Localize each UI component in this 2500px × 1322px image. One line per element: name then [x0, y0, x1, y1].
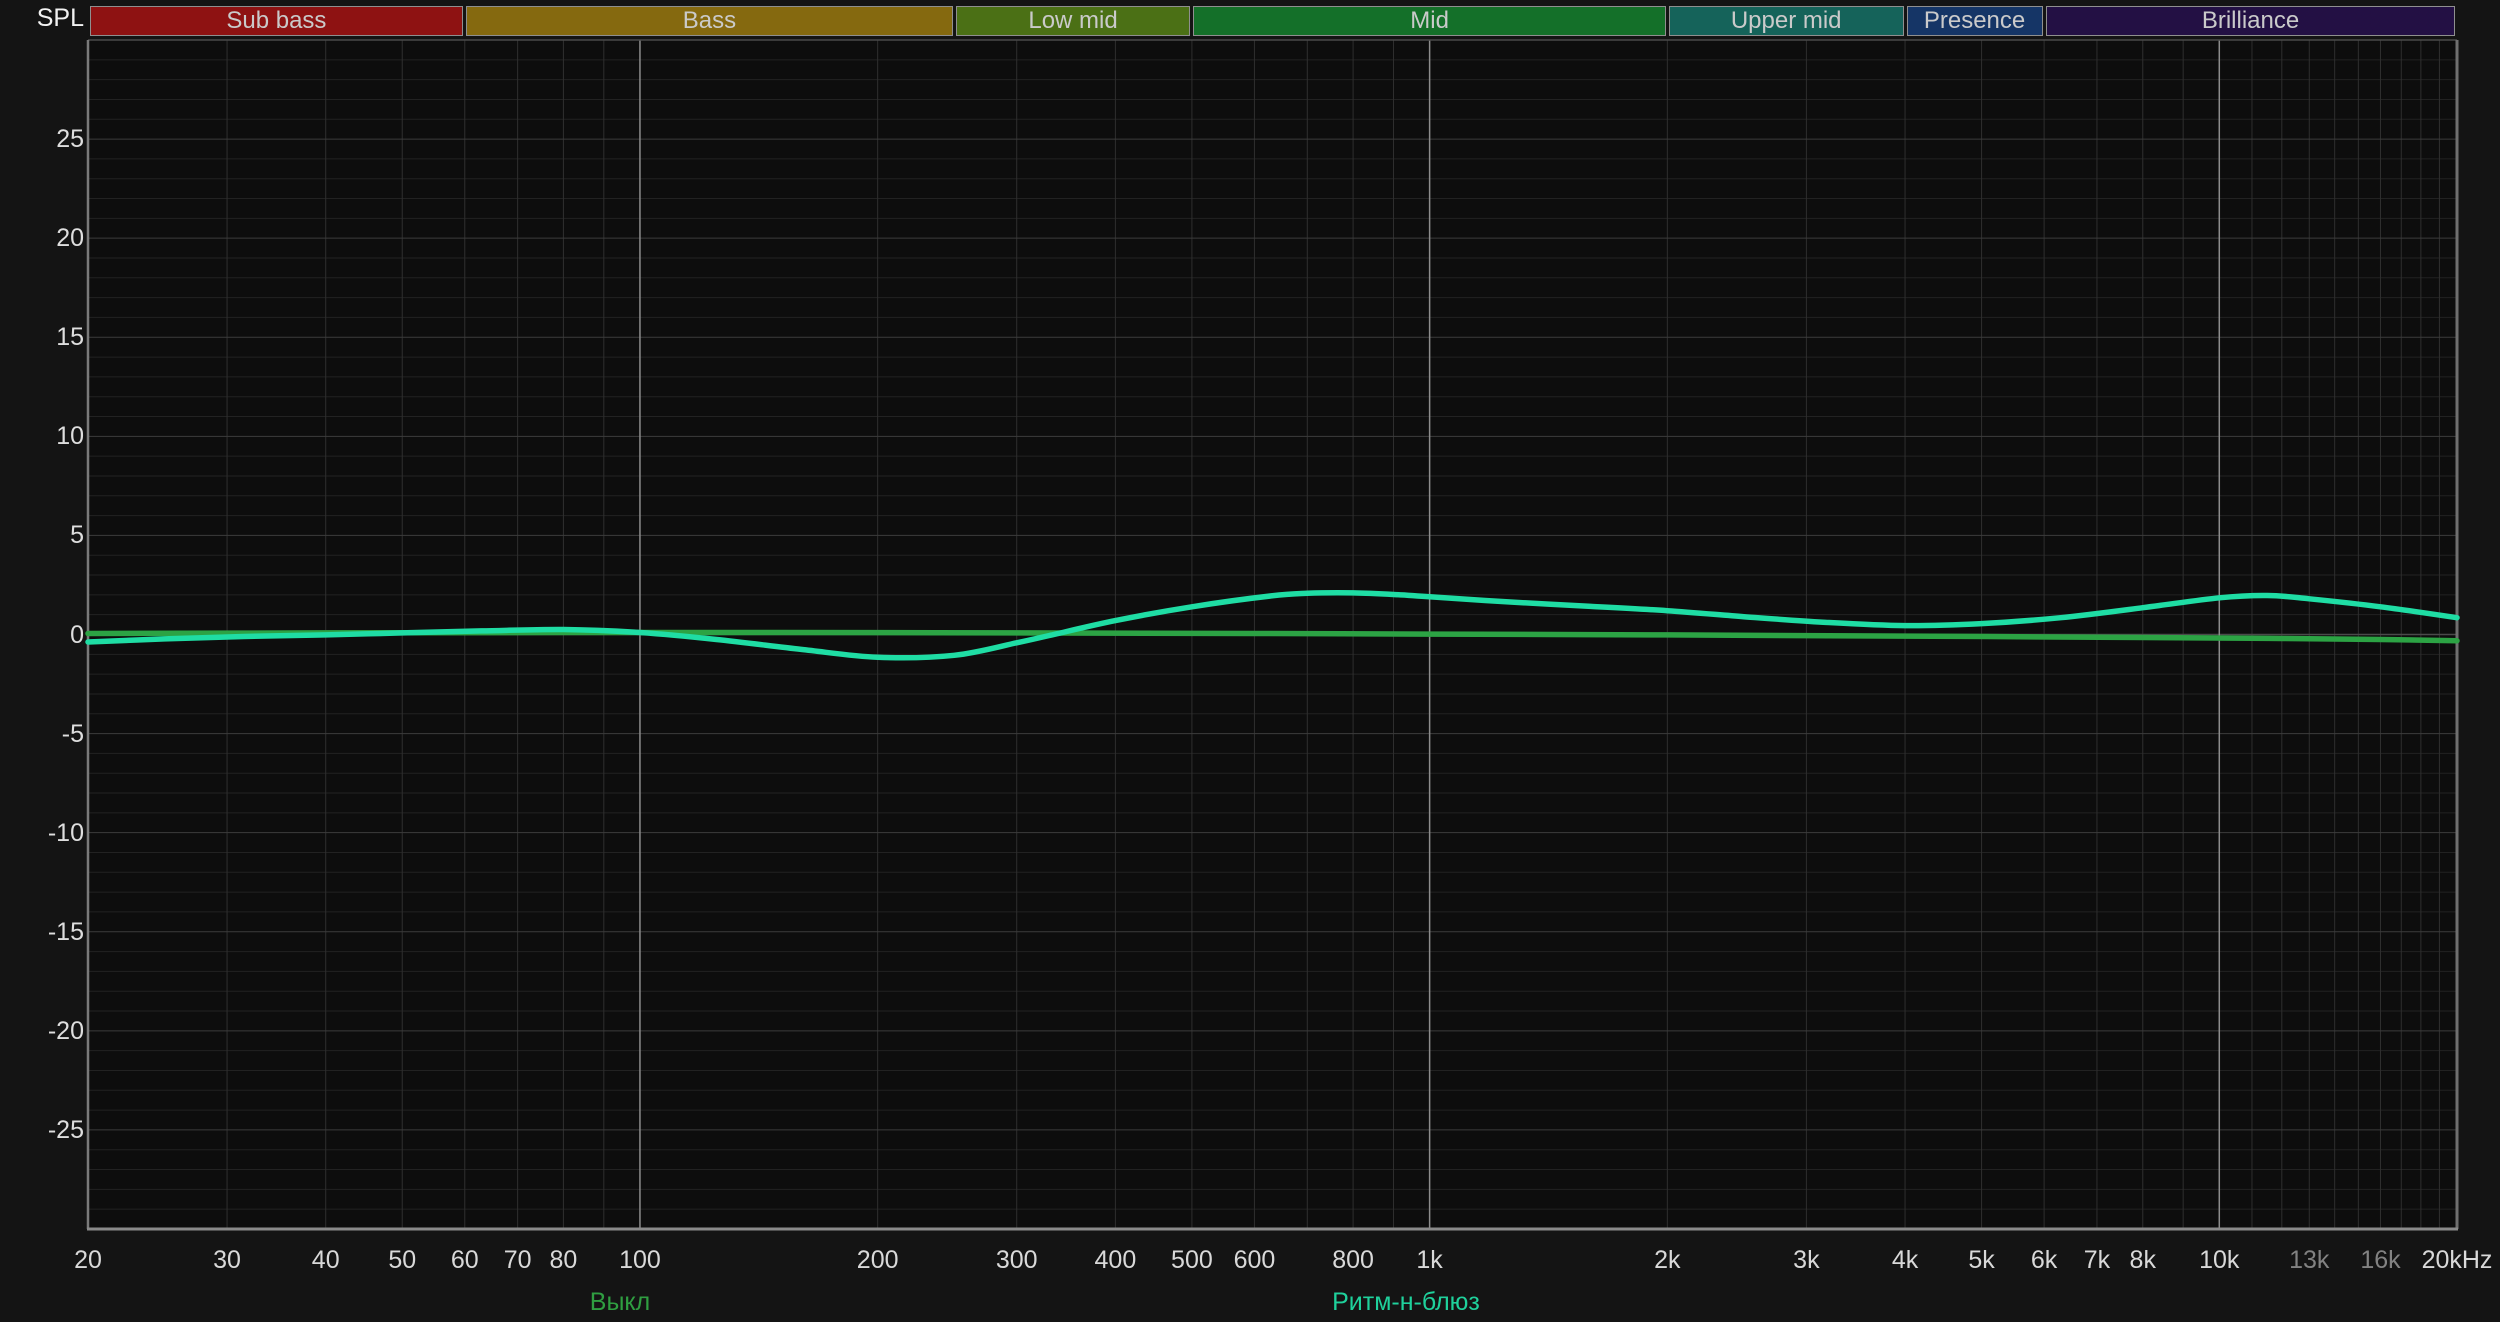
x-tick-label-100: 100	[619, 1246, 661, 1274]
band-upper-mid: Upper mid	[1668, 6, 1904, 36]
y-tick-label-15: 15	[56, 323, 84, 352]
band-low-mid: Low mid	[955, 6, 1191, 36]
y-tick-label-20: 20	[56, 224, 84, 253]
band-sub-bass: Sub bass	[89, 6, 464, 36]
y-tick-label-25: 25	[56, 125, 84, 154]
equalizer-frequency-response-screen: SPL Sub bass Bass Low mid Mid Upper mid Prese…	[0, 0, 2500, 1322]
y-tick-label--15: -15	[47, 917, 84, 946]
x-tick-label-200: 200	[856, 1246, 899, 1274]
band-brilliance: Brilliance	[2045, 6, 2456, 36]
frequency-response-chart	[85, 39, 2460, 1231]
band-label: Presence	[1923, 9, 2026, 33]
band-label: Upper mid	[1730, 9, 1842, 33]
band-presence: Presence	[1906, 6, 2043, 36]
x-tick-label-1k: 1k	[1416, 1246, 1443, 1274]
y-tick-label-5: 5	[70, 521, 84, 550]
band-label: Mid	[1410, 9, 1449, 33]
spl-axis-title: SPL	[36, 4, 84, 32]
y-tick-label--20: -20	[47, 1016, 84, 1045]
x-tick-label-20: 20	[74, 1246, 102, 1274]
y-tick-label-10: 10	[56, 422, 84, 451]
y-tick-label-0: 0	[70, 620, 84, 649]
band-label: Bass	[682, 9, 737, 33]
preset-label-ритм-н-блюз[interactable]: Ритм-н-блюз	[1332, 1287, 1480, 1317]
x-tick-label-2k: 2k	[1654, 1246, 1681, 1274]
y-tick-label--5: -5	[61, 719, 84, 748]
band-label: Brilliance	[2201, 9, 2300, 33]
band-bass: Bass	[466, 6, 953, 36]
band-mid: Mid	[1193, 6, 1666, 36]
band-label: Sub bass	[226, 9, 327, 33]
y-tick-label--10: -10	[47, 818, 84, 847]
x-tick-label-20khz: 20kHz	[2421, 1246, 2493, 1274]
y-tick-label--25: -25	[47, 1115, 84, 1144]
preset-label-выкл[interactable]: Выкл	[590, 1287, 650, 1317]
band-label: Low mid	[1028, 9, 1118, 33]
